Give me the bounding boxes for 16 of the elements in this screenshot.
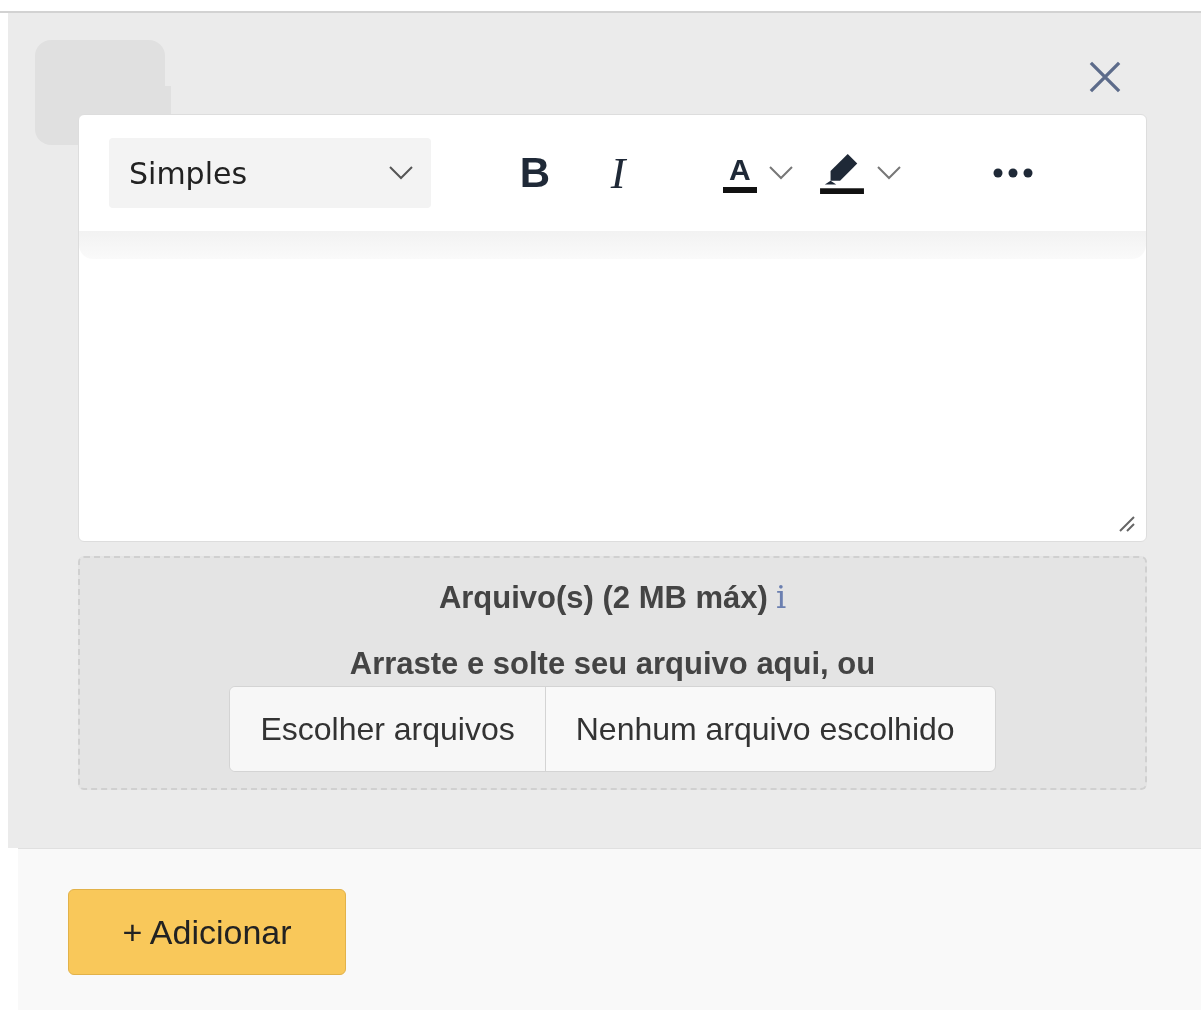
font-color-button[interactable]: A — [723, 153, 757, 193]
close-icon[interactable] — [1089, 61, 1121, 93]
caret-icon[interactable] — [876, 166, 901, 180]
bold-button[interactable]: B — [517, 149, 553, 197]
file-status: Nenhum arquivo escolhido — [574, 710, 956, 749]
more-icon[interactable] — [992, 168, 1033, 178]
drop-zone[interactable]: Arquivo(s) (2 MB máx) i Arraste e solte seu arquivo aqui, ou Escolher arquivos Nenhum arquivo escolhido — [78, 556, 1147, 790]
marker-icon[interactable] — [818, 152, 865, 194]
drop-hint: Arraste e solte seu arquivo aqui, ou — [349, 646, 876, 682]
add-button[interactable]: + Adicionar — [68, 889, 346, 975]
file-input[interactable]: Escolher arquivos Nenhum arquivo escolhido — [229, 686, 996, 772]
chevron-icon — [389, 166, 413, 180]
attachments-title: Arquivo(s) (2 MB máx) — [438, 580, 768, 616]
caret-icon[interactable] — [768, 166, 793, 180]
format-select[interactable]: Simples — [109, 138, 431, 208]
italic-button[interactable]: I — [603, 147, 633, 199]
